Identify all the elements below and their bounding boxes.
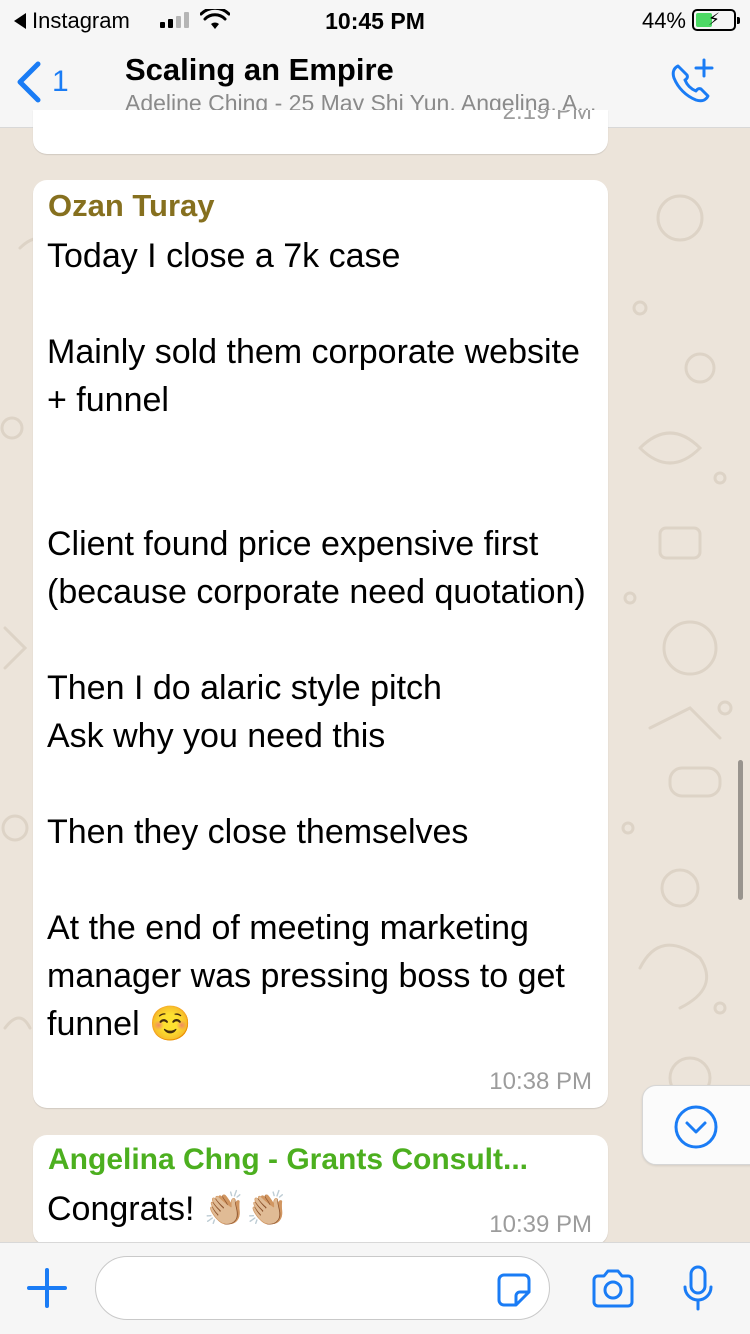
sticker-icon[interactable] xyxy=(496,1272,532,1308)
plus-icon[interactable] xyxy=(26,1267,68,1309)
message-time: 10:38 PM xyxy=(489,1068,592,1095)
message-text: Today I close a 7k case Mainly sold them… xyxy=(47,232,603,1048)
clapping-hands-emoji: 👏🏼👏🏼 xyxy=(203,1190,289,1228)
battery-percent: 44% xyxy=(641,8,686,33)
chevron-down-circle-icon xyxy=(674,1105,718,1149)
message-sender[interactable]: Ozan Turay xyxy=(48,188,215,224)
message-body: Today I close a 7k case Mainly sold them… xyxy=(47,237,586,1043)
group-title[interactable]: Scaling an Empire xyxy=(125,52,394,88)
message-time: 10:39 PM xyxy=(489,1211,592,1238)
battery-nub xyxy=(737,17,740,24)
message-sender[interactable]: Angelina Chng - Grants Consult... xyxy=(48,1143,593,1177)
scroll-indicator[interactable] xyxy=(738,760,743,900)
unread-count: 1 xyxy=(52,65,69,98)
message-bubble[interactable]: Ozan Turay Today I close a 7k case Mainl… xyxy=(33,180,608,1108)
add-call-icon[interactable] xyxy=(668,58,716,106)
message-input-bar xyxy=(0,1242,750,1334)
smiling-face-emoji: ☺️ xyxy=(149,1005,192,1043)
message-bubble-previous[interactable]: 2:19 PM xyxy=(33,110,608,154)
battery-icon: ⚡ xyxy=(692,9,740,31)
back-button[interactable]: 1 xyxy=(14,60,69,104)
status-time: 10:45 PM xyxy=(325,8,425,34)
charging-bolt-icon: ⚡ xyxy=(708,10,720,29)
microphone-icon[interactable] xyxy=(682,1265,714,1313)
camera-icon[interactable] xyxy=(590,1269,636,1309)
message-time: 2:19 PM xyxy=(502,110,592,125)
message-bubble[interactable]: Angelina Chng - Grants Consult... Congra… xyxy=(33,1135,608,1245)
message-input[interactable] xyxy=(95,1256,550,1320)
message-text: Congrats! 👏🏼👏🏼 xyxy=(47,1187,289,1231)
message-body: Congrats! xyxy=(47,1190,195,1228)
chevron-left-icon xyxy=(17,61,41,103)
scroll-to-bottom-button[interactable] xyxy=(642,1085,750,1165)
status-bar: Instagram 10:45 PM 44% ⚡ xyxy=(0,0,750,40)
